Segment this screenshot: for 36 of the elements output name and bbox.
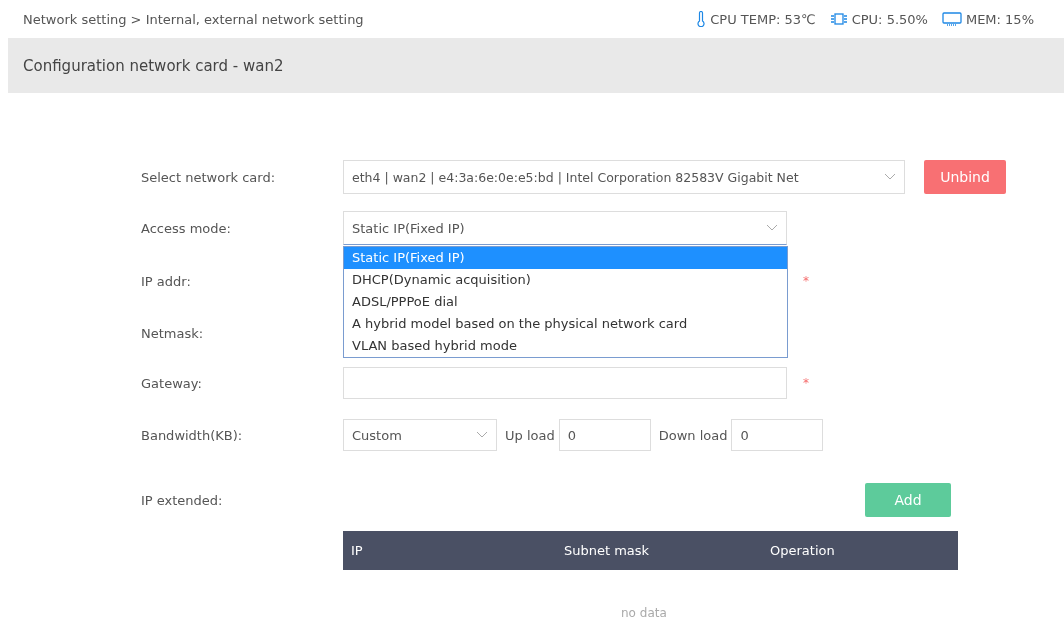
upload-field[interactable]: 0 [558, 419, 651, 451]
dropdown-option[interactable]: VLAN based hybrid mode [344, 335, 787, 357]
column-header: Subnet mask [564, 543, 651, 558]
status-text: CPU TEMP: 53℃ [710, 11, 816, 27]
chevron-down-icon [766, 224, 778, 232]
field-label: Gateway: [141, 375, 203, 391]
chip-icon [829, 11, 848, 27]
status-text: MEM: 15% [965, 11, 1034, 27]
panel-title: Configuration network card - wan2 [23, 56, 284, 75]
dropdown-option[interactable]: A hybrid model based on the physical network card [344, 313, 787, 335]
field-label: IP extended: [141, 492, 224, 508]
dropdown-option[interactable]: ADSL/PPPoE dial [344, 291, 787, 313]
thermometer-icon [696, 11, 707, 27]
field-label: Netmask: [141, 325, 205, 341]
field-label: Access mode: [141, 220, 232, 236]
access-mode-select[interactable]: Static IP(Fixed IP) [343, 211, 787, 245]
field-label: Up load [505, 427, 555, 443]
required-mark: * [803, 376, 809, 390]
breadcrumb: Network setting > Internal, external network setting [23, 11, 364, 27]
column-header: Operation [770, 543, 835, 558]
chevron-down-icon [884, 173, 896, 181]
download-field[interactable]: 0 [731, 419, 824, 451]
status-text: CPU: 5.50% [851, 11, 928, 27]
empty-text: no data [621, 606, 668, 620]
gateway-field[interactable] [343, 367, 787, 399]
field-label: IP addr: [141, 273, 192, 289]
field-label: Down load [658, 427, 728, 443]
required-mark: * [803, 274, 809, 288]
bandwidth-select[interactable]: Custom [343, 419, 497, 451]
field-label: Bandwidth(KB): [141, 427, 244, 443]
network-card-select[interactable]: eth4 | wan2 | e4:3a:6e:0e:e5:bd | Intel Corporation 82583V Gigabit Net [343, 160, 905, 194]
monitor-icon [941, 11, 962, 27]
dropdown-option[interactable]: DHCP(Dynamic acquisition) [344, 269, 787, 291]
column-header: IP [350, 543, 364, 558]
chevron-down-icon [476, 431, 488, 439]
field-label: Select network card: [141, 169, 277, 185]
